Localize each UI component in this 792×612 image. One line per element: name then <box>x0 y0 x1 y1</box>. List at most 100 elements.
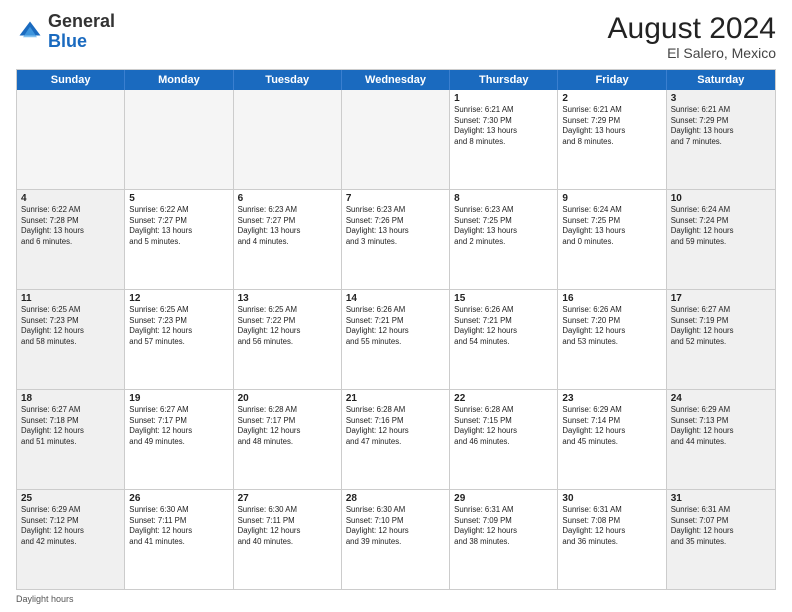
day-number: 2 <box>562 93 661 104</box>
header-cell-wednesday: Wednesday <box>342 70 450 90</box>
header-cell-friday: Friday <box>558 70 666 90</box>
day-cell-empty-0-1 <box>125 90 233 189</box>
footer-label: Daylight hours <box>16 594 74 604</box>
day-number: 14 <box>346 293 445 304</box>
calendar-header: SundayMondayTuesdayWednesdayThursdayFrid… <box>17 70 775 90</box>
day-cell-empty-0-0 <box>17 90 125 189</box>
day-cell-8: 8Sunrise: 6:23 AMSunset: 7:25 PMDaylight… <box>450 190 558 289</box>
day-info: Sunrise: 6:30 AMSunset: 7:10 PMDaylight:… <box>346 505 445 547</box>
day-info: Sunrise: 6:22 AMSunset: 7:28 PMDaylight:… <box>21 205 120 247</box>
day-number: 23 <box>562 393 661 404</box>
day-info: Sunrise: 6:27 AMSunset: 7:19 PMDaylight:… <box>671 305 771 347</box>
day-info: Sunrise: 6:23 AMSunset: 7:27 PMDaylight:… <box>238 205 337 247</box>
header-cell-thursday: Thursday <box>450 70 558 90</box>
day-cell-16: 16Sunrise: 6:26 AMSunset: 7:20 PMDayligh… <box>558 290 666 389</box>
day-number: 6 <box>238 193 337 204</box>
day-info: Sunrise: 6:21 AMSunset: 7:30 PMDaylight:… <box>454 105 553 147</box>
calendar-body: 1Sunrise: 6:21 AMSunset: 7:30 PMDaylight… <box>17 90 775 589</box>
day-number: 12 <box>129 293 228 304</box>
day-info: Sunrise: 6:31 AMSunset: 7:08 PMDaylight:… <box>562 505 661 547</box>
header-cell-saturday: Saturday <box>667 70 775 90</box>
day-number: 27 <box>238 493 337 504</box>
logo: General Blue <box>16 12 115 52</box>
day-cell-30: 30Sunrise: 6:31 AMSunset: 7:08 PMDayligh… <box>558 490 666 589</box>
day-number: 3 <box>671 93 771 104</box>
day-cell-14: 14Sunrise: 6:26 AMSunset: 7:21 PMDayligh… <box>342 290 450 389</box>
day-info: Sunrise: 6:31 AMSunset: 7:09 PMDaylight:… <box>454 505 553 547</box>
day-cell-19: 19Sunrise: 6:27 AMSunset: 7:17 PMDayligh… <box>125 390 233 489</box>
day-cell-11: 11Sunrise: 6:25 AMSunset: 7:23 PMDayligh… <box>17 290 125 389</box>
day-cell-5: 5Sunrise: 6:22 AMSunset: 7:27 PMDaylight… <box>125 190 233 289</box>
week-row-0: 1Sunrise: 6:21 AMSunset: 7:30 PMDaylight… <box>17 90 775 190</box>
day-cell-31: 31Sunrise: 6:31 AMSunset: 7:07 PMDayligh… <box>667 490 775 589</box>
day-number: 21 <box>346 393 445 404</box>
week-row-3: 18Sunrise: 6:27 AMSunset: 7:18 PMDayligh… <box>17 390 775 490</box>
day-info: Sunrise: 6:29 AMSunset: 7:12 PMDaylight:… <box>21 505 120 547</box>
day-number: 9 <box>562 193 661 204</box>
day-cell-27: 27Sunrise: 6:30 AMSunset: 7:11 PMDayligh… <box>234 490 342 589</box>
day-info: Sunrise: 6:30 AMSunset: 7:11 PMDaylight:… <box>238 505 337 547</box>
day-number: 1 <box>454 93 553 104</box>
day-info: Sunrise: 6:23 AMSunset: 7:26 PMDaylight:… <box>346 205 445 247</box>
day-info: Sunrise: 6:24 AMSunset: 7:24 PMDaylight:… <box>671 205 771 247</box>
day-cell-23: 23Sunrise: 6:29 AMSunset: 7:14 PMDayligh… <box>558 390 666 489</box>
day-number: 25 <box>21 493 120 504</box>
title-block: August 2024 El Salero, Mexico <box>608 12 776 61</box>
header: General Blue August 2024 El Salero, Mexi… <box>16 12 776 61</box>
day-cell-4: 4Sunrise: 6:22 AMSunset: 7:28 PMDaylight… <box>17 190 125 289</box>
day-number: 4 <box>21 193 120 204</box>
day-number: 29 <box>454 493 553 504</box>
day-cell-empty-0-3 <box>342 90 450 189</box>
week-row-1: 4Sunrise: 6:22 AMSunset: 7:28 PMDaylight… <box>17 190 775 290</box>
day-cell-6: 6Sunrise: 6:23 AMSunset: 7:27 PMDaylight… <box>234 190 342 289</box>
day-number: 19 <box>129 393 228 404</box>
day-number: 11 <box>21 293 120 304</box>
footer: Daylight hours <box>16 594 776 604</box>
day-number: 22 <box>454 393 553 404</box>
day-number: 28 <box>346 493 445 504</box>
day-number: 31 <box>671 493 771 504</box>
day-cell-17: 17Sunrise: 6:27 AMSunset: 7:19 PMDayligh… <box>667 290 775 389</box>
header-cell-sunday: Sunday <box>17 70 125 90</box>
day-number: 13 <box>238 293 337 304</box>
day-cell-10: 10Sunrise: 6:24 AMSunset: 7:24 PMDayligh… <box>667 190 775 289</box>
day-info: Sunrise: 6:28 AMSunset: 7:17 PMDaylight:… <box>238 405 337 447</box>
week-row-4: 25Sunrise: 6:29 AMSunset: 7:12 PMDayligh… <box>17 490 775 589</box>
day-info: Sunrise: 6:30 AMSunset: 7:11 PMDaylight:… <box>129 505 228 547</box>
day-cell-9: 9Sunrise: 6:24 AMSunset: 7:25 PMDaylight… <box>558 190 666 289</box>
location: El Salero, Mexico <box>608 45 776 61</box>
day-info: Sunrise: 6:29 AMSunset: 7:14 PMDaylight:… <box>562 405 661 447</box>
header-cell-tuesday: Tuesday <box>234 70 342 90</box>
day-info: Sunrise: 6:25 AMSunset: 7:23 PMDaylight:… <box>21 305 120 347</box>
day-number: 5 <box>129 193 228 204</box>
day-number: 15 <box>454 293 553 304</box>
day-cell-18: 18Sunrise: 6:27 AMSunset: 7:18 PMDayligh… <box>17 390 125 489</box>
day-info: Sunrise: 6:28 AMSunset: 7:15 PMDaylight:… <box>454 405 553 447</box>
day-number: 10 <box>671 193 771 204</box>
header-cell-monday: Monday <box>125 70 233 90</box>
logo-general-text: General <box>48 11 115 31</box>
week-row-2: 11Sunrise: 6:25 AMSunset: 7:23 PMDayligh… <box>17 290 775 390</box>
day-cell-13: 13Sunrise: 6:25 AMSunset: 7:22 PMDayligh… <box>234 290 342 389</box>
day-cell-28: 28Sunrise: 6:30 AMSunset: 7:10 PMDayligh… <box>342 490 450 589</box>
day-info: Sunrise: 6:22 AMSunset: 7:27 PMDaylight:… <box>129 205 228 247</box>
day-info: Sunrise: 6:26 AMSunset: 7:20 PMDaylight:… <box>562 305 661 347</box>
day-info: Sunrise: 6:27 AMSunset: 7:17 PMDaylight:… <box>129 405 228 447</box>
day-info: Sunrise: 6:31 AMSunset: 7:07 PMDaylight:… <box>671 505 771 547</box>
day-number: 20 <box>238 393 337 404</box>
day-cell-7: 7Sunrise: 6:23 AMSunset: 7:26 PMDaylight… <box>342 190 450 289</box>
month-year: August 2024 <box>608 12 776 45</box>
day-cell-1: 1Sunrise: 6:21 AMSunset: 7:30 PMDaylight… <box>450 90 558 189</box>
day-number: 24 <box>671 393 771 404</box>
day-number: 17 <box>671 293 771 304</box>
calendar: SundayMondayTuesdayWednesdayThursdayFrid… <box>16 69 776 590</box>
day-cell-3: 3Sunrise: 6:21 AMSunset: 7:29 PMDaylight… <box>667 90 775 189</box>
day-cell-20: 20Sunrise: 6:28 AMSunset: 7:17 PMDayligh… <box>234 390 342 489</box>
day-info: Sunrise: 6:27 AMSunset: 7:18 PMDaylight:… <box>21 405 120 447</box>
day-cell-15: 15Sunrise: 6:26 AMSunset: 7:21 PMDayligh… <box>450 290 558 389</box>
logo-icon <box>16 18 44 46</box>
day-info: Sunrise: 6:21 AMSunset: 7:29 PMDaylight:… <box>671 105 771 147</box>
day-info: Sunrise: 6:25 AMSunset: 7:22 PMDaylight:… <box>238 305 337 347</box>
day-cell-12: 12Sunrise: 6:25 AMSunset: 7:23 PMDayligh… <box>125 290 233 389</box>
day-info: Sunrise: 6:25 AMSunset: 7:23 PMDaylight:… <box>129 305 228 347</box>
